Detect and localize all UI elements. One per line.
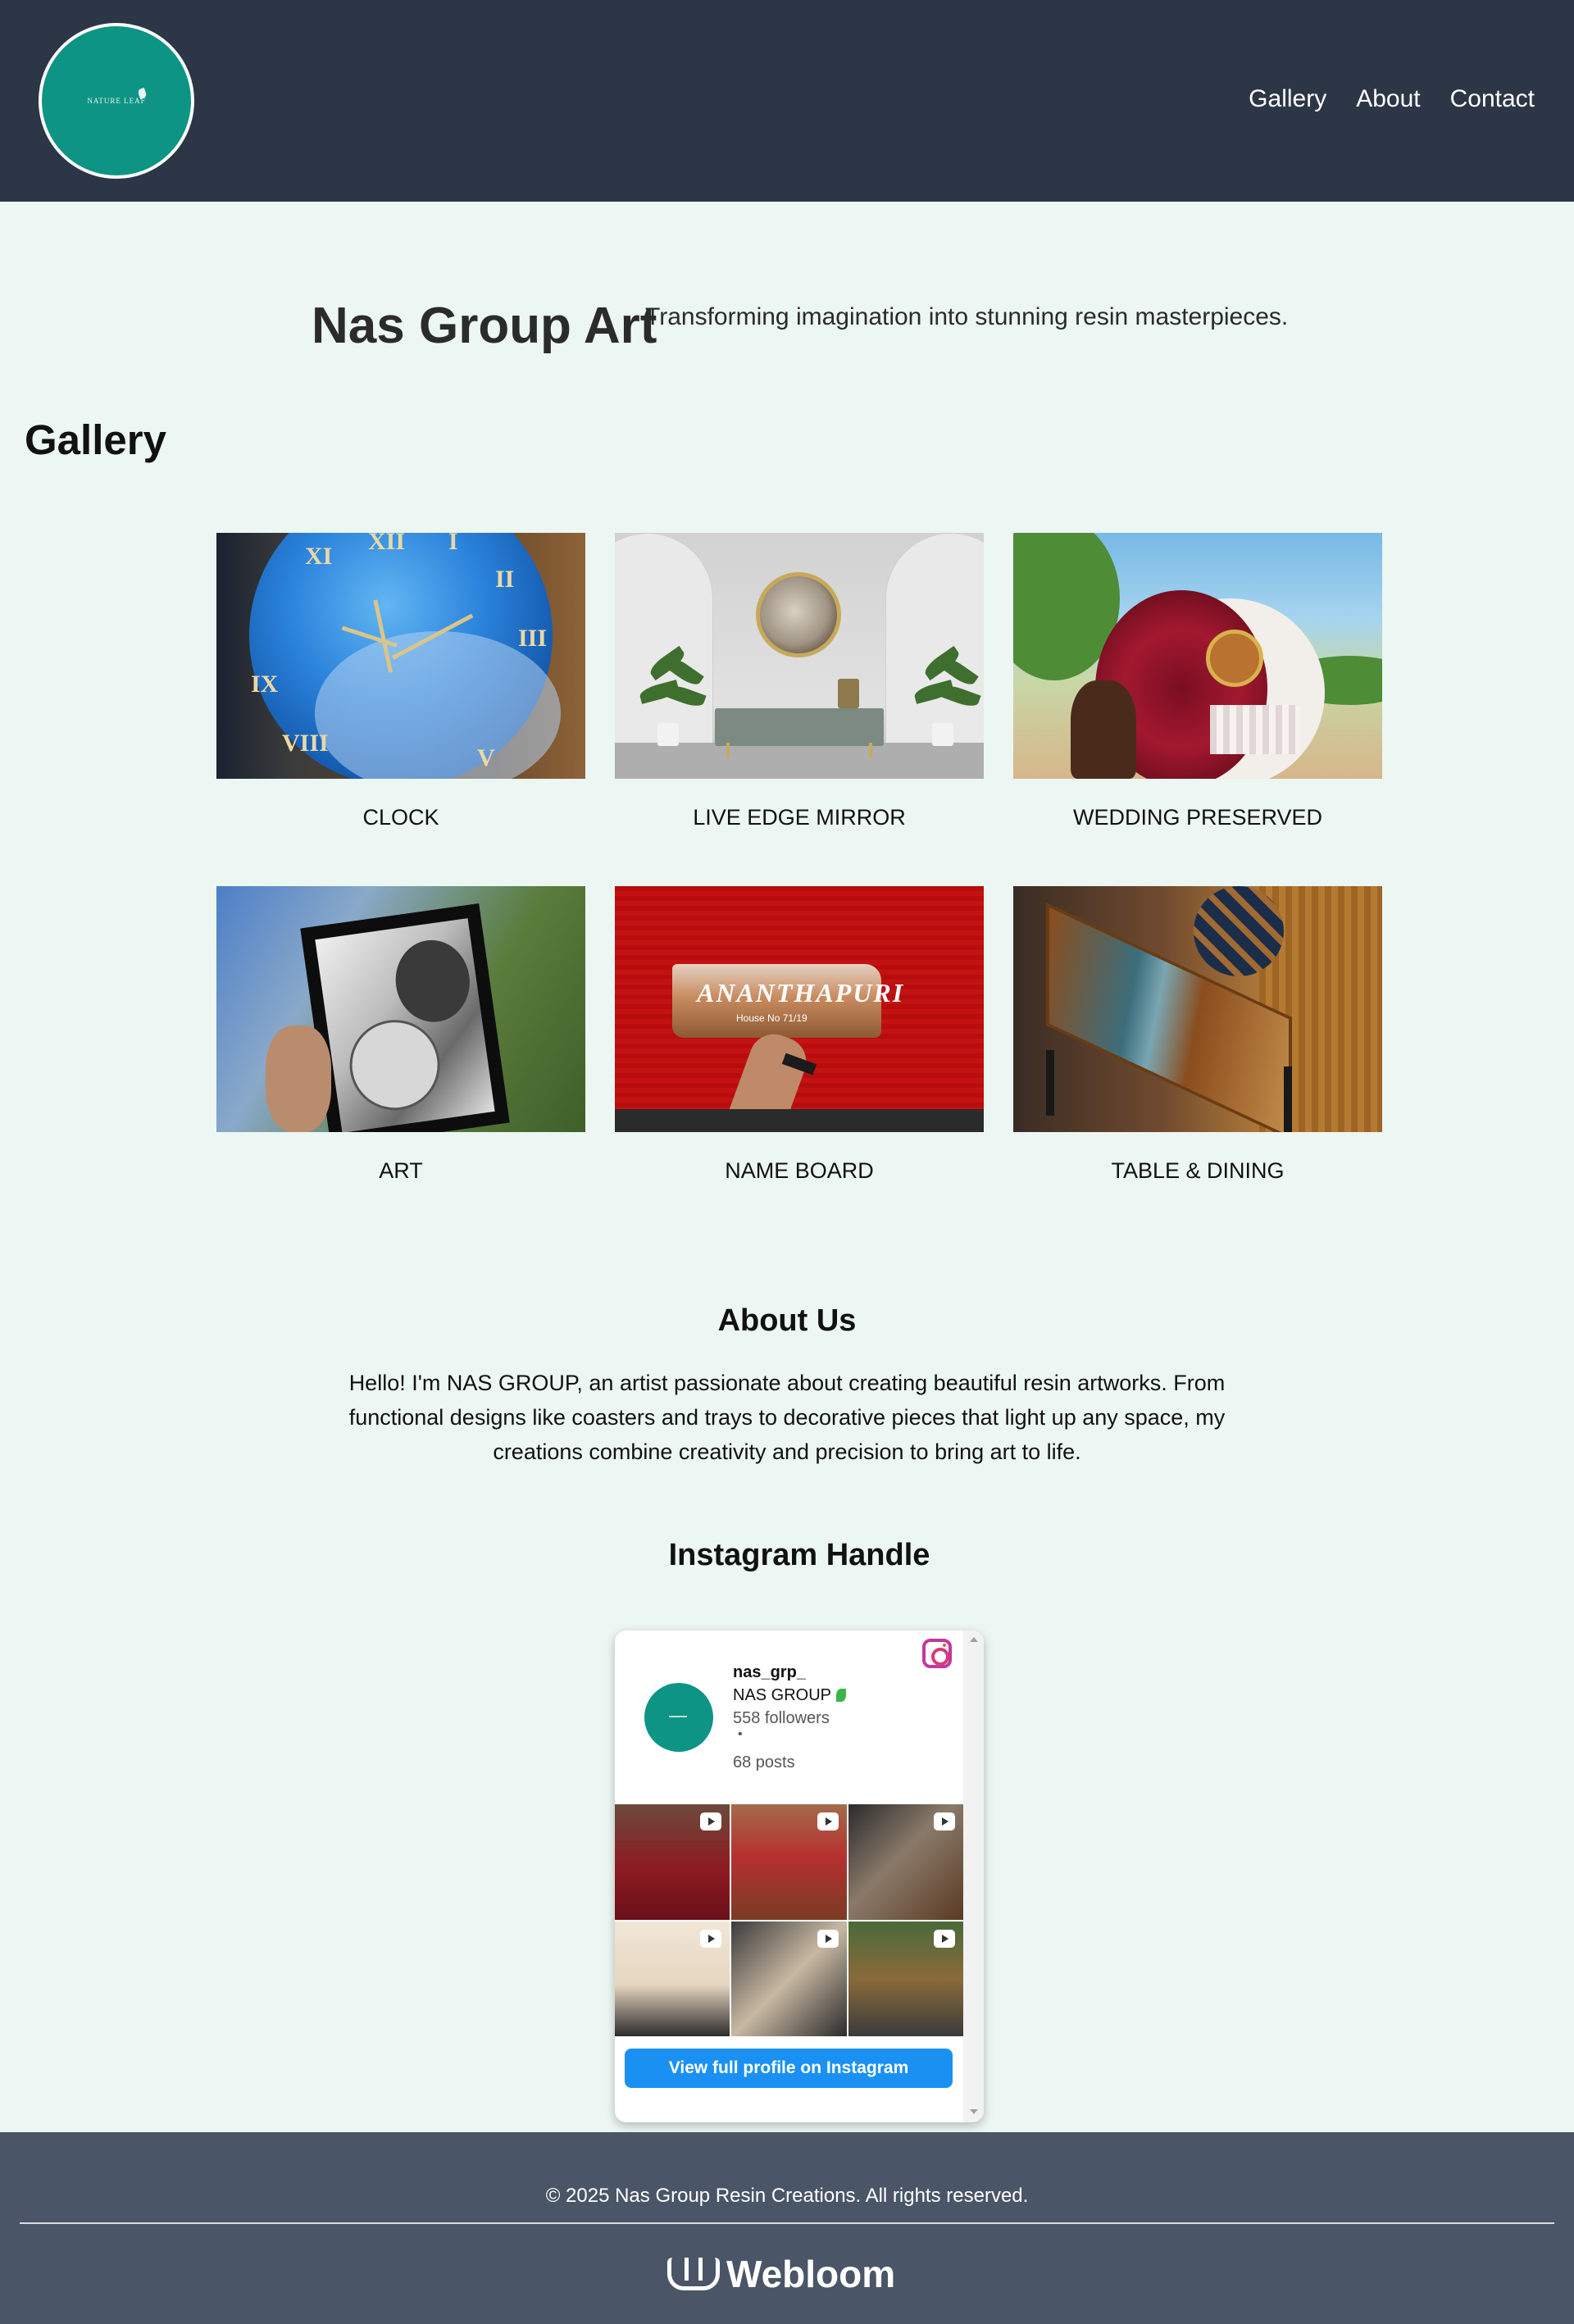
reel-icon: [933, 1812, 955, 1831]
scroll-down-icon[interactable]: [970, 2109, 978, 2114]
gallery-card-clock[interactable]: XII I II III IX VIII V XI CLOCK: [216, 533, 585, 835]
table-image[interactable]: [1013, 886, 1382, 1132]
instagram-post[interactable]: [615, 1921, 730, 2036]
site-header: NATURE LEAF Gallery About Contact: [0, 0, 1574, 202]
clock-numeral: III: [518, 625, 548, 652]
view-profile-button[interactable]: View full profile on Instagram: [625, 2049, 953, 2088]
scroll-up-icon[interactable]: [970, 1637, 978, 1642]
gallery-heading: Gallery: [25, 416, 166, 463]
instagram-handle[interactable]: nas_grp_: [733, 1663, 806, 1682]
reel-icon: [700, 1812, 722, 1831]
gallery-caption: WEDDING PRESERVED: [1072, 805, 1323, 830]
instagram-name-text: NAS GROUP: [733, 1686, 832, 1704]
name-board-subtext: House No 71/19: [736, 1012, 807, 1024]
about-body: Hello! I'm NAS GROUP, an artist passiona…: [348, 1371, 1226, 1464]
instagram-icon[interactable]: [922, 1639, 952, 1668]
mirror-image[interactable]: [615, 533, 984, 779]
main-nav: Gallery About Contact: [1249, 85, 1535, 113]
instagram-post[interactable]: [615, 1804, 730, 1920]
reel-icon: [817, 1929, 839, 1948]
nav-link-contact[interactable]: Contact: [1450, 85, 1535, 113]
clock-numeral: XII: [368, 533, 406, 555]
clock-numeral: V: [477, 744, 495, 771]
gallery-caption: LIVE EDGE MIRROR: [693, 805, 906, 830]
widget-scrollbar[interactable]: [963, 1630, 984, 2122]
instagram-widget: nas_grp_ NAS GROUP 558 followers • 68 po…: [615, 1630, 984, 2122]
footer-divider: [20, 2222, 1554, 2224]
avatar[interactable]: [644, 1683, 713, 1752]
gallery-caption: ART: [379, 1158, 423, 1183]
reel-icon: [933, 1929, 955, 1948]
name-board-image[interactable]: ANANTHAPURI House No 71/19: [615, 886, 984, 1132]
instagram-post[interactable]: [848, 1921, 963, 2036]
instagram-posts: 68 posts: [733, 1753, 795, 1771]
instagram-post[interactable]: [731, 1804, 847, 1920]
instagram-post-grid: [615, 1804, 963, 2036]
wedding-image[interactable]: [1013, 533, 1382, 779]
gallery-caption: NAME BOARD: [725, 1158, 874, 1183]
gallery-caption: CLOCK: [362, 805, 439, 830]
instagram-post[interactable]: [848, 1804, 963, 1920]
clock-numeral: I: [448, 533, 458, 555]
gallery-caption: TABLE & DINING: [1111, 1158, 1285, 1183]
art-image[interactable]: [216, 886, 585, 1132]
logo-text: NATURE LEAF: [87, 97, 146, 105]
hero-tagline: Transforming imagination into stunning r…: [645, 303, 1289, 330]
instagram-followers: 558 followers: [733, 1709, 830, 1727]
instagram-title: Instagram Handle: [668, 1538, 930, 1572]
name-board-text: ANANTHAPURI: [697, 978, 905, 1007]
clock-numeral: IX: [251, 671, 279, 698]
clock-numeral: II: [495, 566, 515, 593]
nav-link-about[interactable]: About: [1356, 85, 1420, 113]
leaf-icon: [836, 1689, 847, 1702]
site-footer: © 2025 Nas Group Resin Creations. All ri…: [0, 2132, 1574, 2324]
about-title: About Us: [717, 1303, 857, 1338]
gallery-card-live-edge-mirror[interactable]: LIVE EDGE MIRROR: [615, 533, 984, 835]
reel-icon: [700, 1929, 722, 1948]
logo[interactable]: NATURE LEAF: [39, 23, 194, 179]
instagram-post[interactable]: [731, 1921, 847, 2036]
gallery-card-table-dining[interactable]: TABLE & DINING: [1013, 886, 1382, 1188]
separator-dot: •: [738, 1727, 743, 1741]
gallery-card-wedding-preserved[interactable]: WEDDING PRESERVED: [1013, 533, 1382, 835]
gallery-grid: XII I II III IX VIII V XI CLOCK LIVE EDG…: [216, 533, 1382, 1188]
instagram-name: NAS GROUP: [733, 1686, 847, 1705]
clock-numeral: VIII: [282, 730, 329, 757]
footer-copyright: © 2025 Nas Group Resin Creations. All ri…: [545, 2185, 1029, 2207]
nav-link-gallery[interactable]: Gallery: [1249, 85, 1326, 113]
clock-numeral: XI: [305, 543, 333, 570]
webloom-logo[interactable]: Webloom: [667, 2252, 895, 2296]
clock-image[interactable]: XII I II III IX VIII V XI: [216, 533, 585, 779]
gallery-card-art[interactable]: ART: [216, 886, 585, 1188]
gallery-card-name-board[interactable]: ANANTHAPURI House No 71/19 NAME BOARD: [615, 886, 984, 1188]
reel-icon: [817, 1812, 839, 1831]
webloom-mark-icon: [667, 2258, 720, 2290]
webloom-text: Webloom: [726, 2253, 896, 2295]
hero-title: Nas Group Art: [312, 298, 657, 354]
